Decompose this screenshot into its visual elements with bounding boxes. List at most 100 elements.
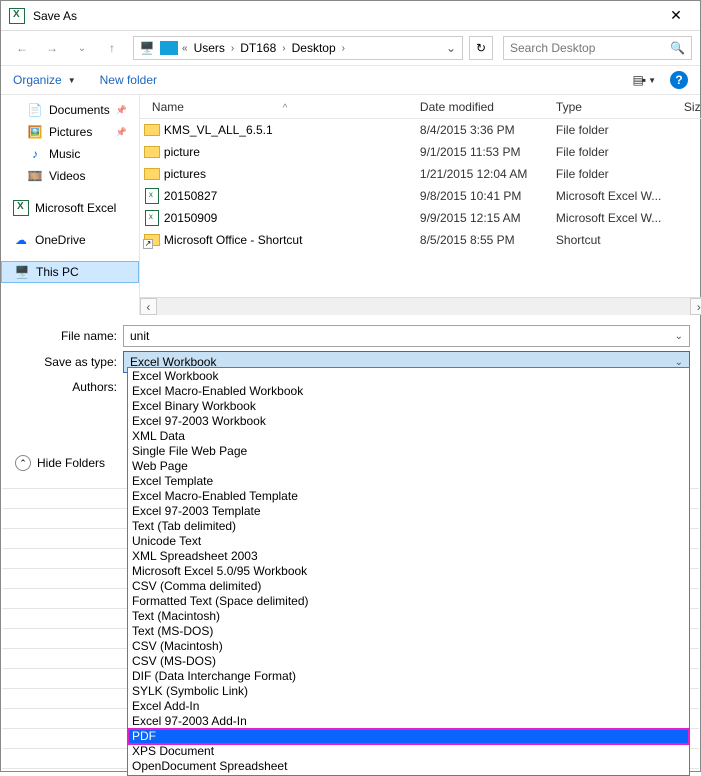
pictures-icon: 🖼️ [27, 124, 43, 140]
savetype-option[interactable]: Web Page [128, 459, 689, 474]
file-date: 8/4/2015 3:36 PM [420, 123, 556, 137]
file-row[interactable]: 201508279/8/2015 10:41 PMMicrosoft Excel… [140, 185, 701, 207]
breadcrumb-desktop[interactable]: Desktop [288, 41, 340, 55]
nav-videos[interactable]: 🎞️ Videos [1, 165, 139, 187]
filename-input[interactable]: unit ⌄ [123, 325, 690, 347]
savetype-option[interactable]: Text (MS-DOS) [128, 624, 689, 639]
savetype-option[interactable]: PDF [128, 729, 689, 744]
scroll-left-icon[interactable]: ‹ [140, 298, 157, 315]
explorer-body: 📄 Documents 🖼️ Pictures ♪ Music 🎞️ Video… [1, 95, 700, 315]
nav-pictures[interactable]: 🖼️ Pictures [1, 121, 139, 143]
nav-documents[interactable]: 📄 Documents [1, 99, 139, 121]
savetype-dropdown-list[interactable]: Excel WorkbookExcel Macro-Enabled Workbo… [127, 367, 690, 776]
col-type[interactable]: Type [556, 100, 684, 114]
help-button[interactable]: ? [670, 71, 688, 89]
savetype-option[interactable]: Excel Template [128, 474, 689, 489]
savetype-option[interactable]: SYLK (Symbolic Link) [128, 684, 689, 699]
savetype-option[interactable]: Excel Binary Workbook [128, 399, 689, 414]
file-rows: KMS_VL_ALL_6.5.18/4/2015 3:36 PMFile fol… [140, 119, 701, 297]
nav-this-pc[interactable]: 🖥️ This PC [1, 261, 139, 283]
savetype-option[interactable]: CSV (MS-DOS) [128, 654, 689, 669]
file-type: Microsoft Excel W... [556, 211, 684, 225]
file-icon [140, 124, 164, 136]
scroll-right-icon[interactable]: › [690, 298, 701, 315]
window-title: Save As [33, 9, 77, 23]
savetype-option[interactable]: Text (Tab delimited) [128, 519, 689, 534]
horizontal-scrollbar[interactable]: ‹ › [140, 297, 701, 315]
savetype-option[interactable]: CSV (Macintosh) [128, 639, 689, 654]
chevron-right-icon: › [280, 43, 287, 54]
savetype-option[interactable]: Excel 97-2003 Add-In [128, 714, 689, 729]
chevron-down-icon: ▼ [648, 76, 656, 85]
file-type: File folder [556, 145, 684, 159]
breadcrumb-dt168[interactable]: DT168 [236, 41, 280, 55]
file-date: 9/9/2015 12:15 AM [420, 211, 556, 225]
savetype-option[interactable]: Excel 97-2003 Workbook [128, 414, 689, 429]
savetype-option[interactable]: Formatted Text (Space delimited) [128, 594, 689, 609]
chevron-down-icon[interactable]: ⌄ [675, 331, 683, 342]
file-icon [140, 234, 164, 246]
nav-excel[interactable]: Microsoft Excel [1, 197, 139, 219]
authors-label: Authors: [11, 380, 123, 394]
savetype-option[interactable]: Microsoft Excel 5.0/95 Workbook [128, 564, 689, 579]
savetype-option[interactable]: Excel Macro-Enabled Template [128, 489, 689, 504]
file-icon [140, 168, 164, 180]
onedrive-icon: ☁ [13, 232, 29, 248]
file-name: KMS_VL_ALL_6.5.1 [164, 123, 420, 137]
search-input[interactable]: Search Desktop 🔍 [503, 36, 692, 60]
nav-music[interactable]: ♪ Music [1, 143, 139, 165]
refresh-button[interactable]: ↻ [469, 36, 493, 60]
back-button[interactable]: ← [9, 35, 35, 61]
savetype-option[interactable]: Excel 97-2003 Template [128, 504, 689, 519]
file-row[interactable]: pictures1/21/2015 12:04 AMFile folder [140, 163, 701, 185]
view-options-button[interactable]: ▤▪ ▼ [632, 73, 656, 87]
organize-menu[interactable]: Organize▼ [13, 73, 76, 87]
chevron-down-icon[interactable]: ⌄ [675, 357, 683, 368]
savetype-option[interactable]: XML Data [128, 429, 689, 444]
file-type: Shortcut [556, 233, 684, 247]
chevron-right-icon: « [180, 43, 190, 54]
col-date[interactable]: Date modified [420, 100, 556, 114]
search-placeholder: Search Desktop [510, 41, 595, 55]
chevron-down-icon: ▼ [68, 76, 76, 85]
savetype-option[interactable]: XPS Document [128, 744, 689, 759]
file-row[interactable]: KMS_VL_ALL_6.5.18/4/2015 3:36 PMFile fol… [140, 119, 701, 141]
file-icon [140, 146, 164, 158]
address-bar[interactable]: 🖥️ « Users › DT168 › Desktop › ⌄ [133, 36, 463, 60]
savetype-option[interactable]: Unicode Text [128, 534, 689, 549]
save-as-dialog: Save As ✕ ← → ⌄ ↑ 🖥️ « Users › DT168 › D… [0, 0, 701, 772]
file-date: 9/1/2015 11:53 PM [420, 145, 556, 159]
savetype-label: Save as type: [11, 355, 123, 369]
savetype-option[interactable]: XML Spreadsheet 2003 [128, 549, 689, 564]
file-type: Microsoft Excel W... [556, 189, 684, 203]
col-name[interactable]: Name ^ [140, 100, 420, 114]
file-row[interactable]: Microsoft Office - Shortcut8/5/2015 8:55… [140, 229, 701, 251]
file-name: picture [164, 145, 420, 159]
savetype-option[interactable]: CSV (Comma delimited) [128, 579, 689, 594]
savetype-option[interactable]: Text (Macintosh) [128, 609, 689, 624]
file-row[interactable]: 201509099/9/2015 12:15 AMMicrosoft Excel… [140, 207, 701, 229]
up-button[interactable]: ↑ [99, 35, 125, 61]
file-name: 20150909 [164, 211, 420, 225]
recent-dropdown[interactable]: ⌄ [69, 35, 95, 61]
savetype-option[interactable]: Excel Add-In [128, 699, 689, 714]
breadcrumb-users[interactable]: Users [190, 41, 229, 55]
savetype-option[interactable]: Single File Web Page [128, 444, 689, 459]
address-dropdown[interactable]: ⌄ [442, 41, 460, 55]
hide-folders-button[interactable]: ⌃ Hide Folders [15, 455, 105, 471]
file-icon [140, 210, 164, 226]
new-folder-button[interactable]: New folder [100, 73, 157, 87]
nav-row: ← → ⌄ ↑ 🖥️ « Users › DT168 › Desktop › ⌄… [1, 31, 700, 65]
file-list-pane: Name ^ Date modified Type Size KMS_VL_AL… [139, 95, 701, 315]
file-icon [140, 188, 164, 204]
savetype-option[interactable]: Excel Macro-Enabled Workbook [128, 384, 689, 399]
view-icon: ▤▪ [632, 73, 644, 87]
file-row[interactable]: picture9/1/2015 11:53 PMFile folder [140, 141, 701, 163]
savetype-option[interactable]: Excel Workbook [128, 369, 689, 384]
close-button[interactable]: ✕ [656, 2, 696, 30]
nav-onedrive[interactable]: ☁ OneDrive [1, 229, 139, 251]
col-size[interactable]: Size [684, 100, 701, 114]
forward-button[interactable]: → [39, 35, 65, 61]
savetype-option[interactable]: DIF (Data Interchange Format) [128, 669, 689, 684]
file-name: Microsoft Office - Shortcut [164, 233, 420, 247]
